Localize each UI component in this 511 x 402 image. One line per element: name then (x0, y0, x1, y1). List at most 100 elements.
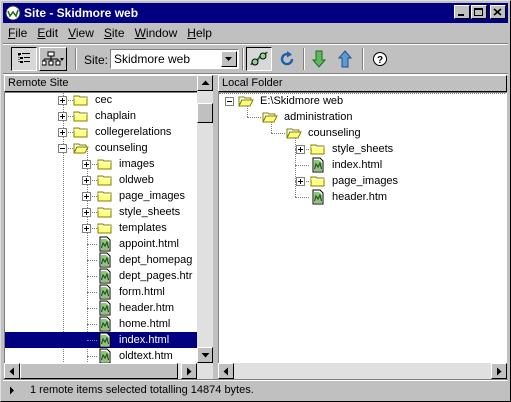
folder-item[interactable]: style_sheets (310, 141, 395, 157)
local-folder-header-label: Local Folder (222, 77, 283, 89)
collapse-toggle[interactable] (225, 97, 234, 106)
file-item[interactable]: header.htm (310, 189, 389, 205)
expand-toggle[interactable] (82, 224, 91, 233)
remote-site-header[interactable]: Remote Site (4, 75, 198, 92)
folder-item[interactable]: style_sheets (97, 204, 182, 220)
remote-vertical-scrollbar[interactable] (197, 91, 213, 347)
file-item[interactable]: dept_pages.htr (97, 268, 194, 284)
folder-icon (73, 127, 88, 138)
expand-toggle[interactable] (82, 192, 91, 201)
folder-item[interactable]: cec (73, 93, 114, 108)
menu-help[interactable]: Help (182, 26, 217, 40)
html-file-icon (99, 332, 111, 348)
remote-scroll-right-button[interactable] (181, 363, 197, 379)
item-label: header.htm (119, 302, 175, 314)
status-bar: 1 remote items selected totalling 14874 … (3, 381, 508, 399)
html-file-icon (99, 268, 111, 284)
folder-item[interactable]: templates (97, 220, 169, 236)
folder-item[interactable]: collegerelations (73, 124, 173, 140)
local-file-tree[interactable]: E:\Skidmore web administration counseling s… (218, 92, 507, 363)
remote-file-tree[interactable]: cec chaplain collegerelations counseling ima… (4, 92, 197, 363)
file-item[interactable]: header.htm (97, 300, 176, 316)
expand-toggle[interactable] (58, 128, 67, 137)
collapse-toggle[interactable] (58, 144, 67, 153)
expand-toggle[interactable] (82, 208, 91, 217)
folder-item[interactable]: counseling (286, 125, 363, 141)
menu-edit[interactable]: Edit (32, 26, 63, 40)
chevron-down-icon (225, 57, 232, 61)
folder-item[interactable]: page_images (97, 188, 187, 204)
file-item[interactable]: dept_homepag (97, 252, 194, 268)
remote-vertical-scroll-thumb[interactable] (197, 103, 213, 123)
folder-item[interactable]: counseling (73, 140, 150, 156)
remote-scroll-down-button[interactable] (197, 347, 213, 363)
expand-toggle[interactable] (58, 96, 67, 105)
arrow-up-icon (201, 80, 210, 85)
minimize-button[interactable] (454, 5, 470, 19)
tree-connector (295, 197, 309, 198)
menu-window[interactable]: Window (130, 26, 183, 40)
local-scroll-right-button[interactable] (491, 363, 507, 379)
html-file-icon (99, 316, 111, 332)
menu-view[interactable]: View (63, 26, 99, 40)
expand-arrow-icon[interactable] (9, 386, 15, 395)
expand-toggle[interactable] (58, 112, 67, 121)
status-text: 1 remote items selected totalling 14874 … (30, 384, 254, 396)
item-label: index.html (117, 333, 172, 347)
put-files-button[interactable] (334, 47, 356, 71)
remote-horizontal-scroll-thumb[interactable] (20, 363, 178, 379)
file-item[interactable]: index.html (97, 332, 172, 348)
folder-icon (73, 95, 88, 106)
folder-item[interactable]: page_images (310, 173, 400, 189)
item-label: images (119, 158, 155, 170)
help-button[interactable]: ? (369, 47, 391, 71)
title-bar[interactable]: Site - Skidmore web (3, 3, 508, 23)
site-dropdown-button[interactable] (221, 51, 237, 67)
arrow-down-icon (201, 353, 210, 358)
tree-connector (87, 324, 97, 325)
folder-item[interactable]: oldweb (97, 172, 156, 188)
site-files-view-button[interactable] (11, 47, 37, 71)
file-item[interactable]: form.html (97, 284, 167, 300)
close-icon (493, 8, 502, 16)
menu-file[interactable]: File (3, 26, 32, 40)
folder-item[interactable]: images (97, 156, 156, 172)
remote-scroll-up-button[interactable] (197, 75, 213, 91)
folder-item[interactable]: administration (262, 109, 354, 125)
put-files-icon (338, 50, 352, 68)
expand-toggle[interactable] (82, 160, 91, 169)
site-map-view-button[interactable] (39, 47, 67, 71)
menu-site[interactable]: Site (99, 26, 130, 40)
item-label: templates (119, 222, 167, 234)
file-item[interactable]: appoint.html (97, 236, 181, 252)
remote-horizontal-scrollbar[interactable] (4, 363, 213, 379)
html-file-icon (99, 300, 111, 316)
file-item[interactable]: index.html (310, 157, 384, 173)
refresh-button[interactable] (275, 47, 299, 71)
local-scroll-left-button[interactable] (218, 363, 234, 379)
folder-icon (97, 159, 112, 170)
remote-scroll-left-button[interactable] (4, 363, 20, 379)
arrow-left-icon (223, 367, 228, 376)
expand-toggle[interactable] (82, 176, 91, 185)
local-folder-header[interactable]: Local Folder (218, 75, 507, 92)
toolbar-separator (303, 48, 305, 70)
tree-connector (87, 260, 97, 261)
local-horizontal-scrollbar[interactable] (218, 363, 507, 379)
expand-toggle[interactable] (296, 177, 305, 186)
maximize-button[interactable] (471, 5, 487, 19)
html-file-icon (312, 157, 324, 173)
folder-item[interactable]: chaplain (73, 108, 138, 124)
item-label: counseling (95, 142, 148, 154)
get-files-button[interactable] (308, 47, 330, 71)
site-dropdown[interactable]: Skidmore web (110, 49, 239, 69)
folder-item[interactable]: E:\Skidmore web (238, 93, 345, 109)
close-button[interactable] (490, 5, 506, 19)
file-item[interactable]: home.html (97, 316, 172, 332)
item-label: collegerelations (95, 126, 172, 138)
file-item[interactable]: oldtext.htm (97, 348, 175, 363)
connect-button[interactable] (246, 47, 272, 71)
item-label: style_sheets (332, 143, 394, 155)
expand-toggle[interactable] (296, 145, 305, 154)
remote-site-header-label: Remote Site (8, 77, 69, 89)
